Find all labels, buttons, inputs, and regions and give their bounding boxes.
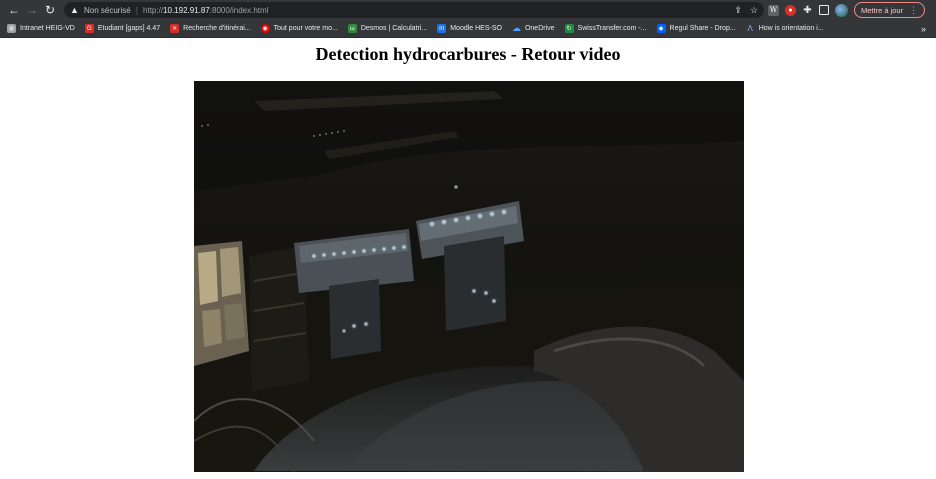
gaps-icon: G [84,24,94,33]
bookmark-label: Regul Share - Drop... [669,25,736,32]
bookmark-label: Tout pour votre mo... [273,25,338,32]
sbb-round-icon: ◉ [260,24,270,33]
extensions-puzzle-icon[interactable]: ✚ [802,5,813,16]
bookmark-label: Desmos | Calculatri... [360,25,428,32]
video-feed [194,81,744,472]
bookmark-label: Intranet HEIG-VD [20,25,75,32]
warning-icon[interactable]: ▲ [70,5,82,15]
extension-w-icon[interactable]: W [768,4,779,16]
bookmark-label: OneDrive [524,25,555,32]
bookmark-item[interactable]: ◍ Intranet HEIG-VD [7,20,75,37]
address-separator: | [135,5,139,15]
url-scheme: http:// [143,5,164,15]
bookmark-item[interactable]: ↻ SwissTransfer.com -... [564,20,647,37]
moodle-icon: m [437,24,447,33]
update-button[interactable]: Mettre à jour ⋮ [854,2,926,18]
bookmark-item[interactable]: ☁ OneDrive [512,20,555,37]
bookmark-label: SwissTransfer.com -... [577,25,647,32]
bookmarks-bar: ◍ Intranet HEIG-VD G Etudiant [gaps] 4.4… [0,20,936,38]
url-text[interactable]: http://10.192.91.87:8000/index.html [143,6,268,15]
bookmarks-overflow-icon[interactable]: » [921,20,926,37]
share-icon[interactable]: ⇪ [734,5,742,16]
bookmark-label: Etudiant [gaps] 4.47 [97,25,161,32]
extension-red-icon[interactable]: ● [785,4,796,16]
bookmark-label: Recherche d'itinérai... [183,25,251,32]
security-label[interactable]: Non sécurisé [84,6,131,15]
forward-icon[interactable]: → [23,0,41,20]
bookmark-item[interactable]: ✕ Recherche d'itinérai... [170,20,251,37]
update-label: Mettre à jour [861,5,904,15]
browser-toolbar: ← → ↻ ▲ Non sécurisé | http://10.192.91.… [0,0,936,20]
back-icon[interactable]: ← [5,0,23,20]
sbb-icon: ✕ [170,24,180,33]
address-bar[interactable]: ▲ Non sécurisé | http://10.192.91.87:800… [64,2,764,18]
unity-icon: Λ [747,24,753,33]
globe-icon: ◍ [7,24,16,33]
page-title: Detection hydrocarbures - Retour video [315,44,621,64]
bookmark-item[interactable]: ◉ Tout pour votre mo... [260,20,338,37]
url-host: 10.192.91.87 [163,5,210,15]
url-rest: :8000/index.html [209,5,269,15]
bookmark-star-icon[interactable]: ☆ [750,5,758,16]
bookmark-label: How is orientation i... [758,25,824,32]
onedrive-icon: ☁ [511,23,521,33]
dropbox-icon: ◆ [656,24,666,33]
toolbar-right: W ● ✚ Mettre à jour ⋮ [768,0,926,20]
bookmark-item[interactable]: ◆ Regul Share - Drop... [656,20,736,37]
bookmark-item[interactable]: G Etudiant [gaps] 4.47 [84,20,161,37]
video-frame-illustration [194,81,744,472]
bookmark-item[interactable]: ω Desmos | Calculatri... [347,20,428,37]
side-panel-icon[interactable] [819,5,829,15]
profile-avatar[interactable] [835,3,848,17]
more-menu-icon: ⋮ [909,4,919,15]
bookmark-label: Moodle HES-SO [450,25,502,32]
omnibox-actions: ⇪ ☆ [734,2,758,18]
bookmark-item[interactable]: Λ How is orientation i... [746,20,824,37]
bookmark-item[interactable]: m Moodle HES-SO [437,20,502,37]
reload-icon[interactable]: ↻ [41,0,59,20]
desmos-icon: ω [347,24,357,33]
swisstransfer-icon: ↻ [564,24,574,33]
